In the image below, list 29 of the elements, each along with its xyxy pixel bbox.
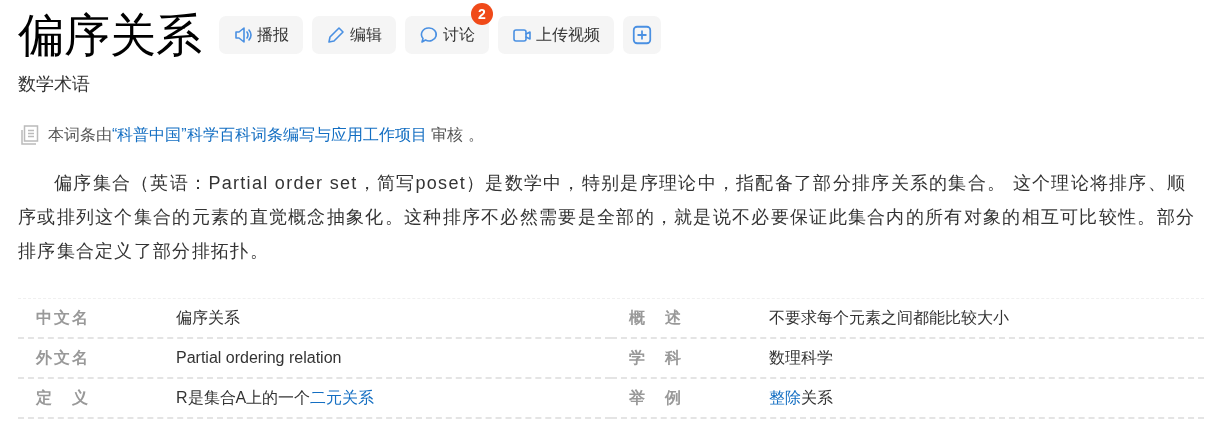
action-button[interactable]: 上传视频 bbox=[498, 16, 614, 54]
info-value: 不要求每个元素之间都能比较大小 bbox=[769, 307, 1009, 328]
document-icon bbox=[18, 124, 40, 146]
info-label: 中文名 bbox=[36, 307, 88, 328]
info-value: R是集合A上的一个二元关系 bbox=[176, 387, 375, 408]
info-label: 概述 bbox=[629, 307, 681, 328]
info-label: 定义 bbox=[36, 387, 88, 408]
info-value: 偏序关系 bbox=[176, 307, 240, 328]
notification-badge: 2 bbox=[471, 3, 493, 25]
info-label: 学科 bbox=[629, 347, 681, 368]
add-icon bbox=[631, 24, 653, 46]
add-button[interactable] bbox=[623, 16, 661, 54]
page-subtitle: 数学术语 bbox=[18, 73, 91, 96]
info-label: 举例 bbox=[629, 387, 681, 408]
action-button[interactable]: 编辑 bbox=[312, 16, 396, 54]
speaker-icon bbox=[233, 25, 253, 45]
info-value: 数理科学 bbox=[769, 347, 833, 368]
info-value: 整除关系 bbox=[769, 387, 833, 408]
chat-icon bbox=[419, 25, 439, 45]
review-note: 本词条由“科普中国”科学百科词条编写与应用工作项目 审核 。 bbox=[48, 124, 484, 145]
summary-paragraph: 偏序集合（英语：Partial order set，简写poset）是数学中，特别是序理论中，指配备了部分排序关系的集合。 这个理论将排序、顺序或排列这个集合的元素的直觉概念抽象化。这种排序不必然需要是全部的，就是说不必要保证此集合内的所有对象的相互可比较性。部分排序集合定义了部分排拓扑。 bbox=[18, 172, 1197, 263]
info-link[interactable]: 整除 bbox=[769, 388, 801, 406]
action-button[interactable]: 播报 bbox=[219, 16, 303, 54]
pencil-icon bbox=[326, 25, 346, 45]
info-label: 外文名 bbox=[36, 347, 88, 368]
project-link[interactable]: “科普中国”科学百科词条编写与应用工作项目 bbox=[112, 125, 427, 143]
info-link[interactable]: 二元关系 bbox=[310, 388, 375, 406]
info-value: Partial ordering relation bbox=[176, 349, 342, 367]
page-title: 偏序关系 bbox=[18, 8, 202, 63]
